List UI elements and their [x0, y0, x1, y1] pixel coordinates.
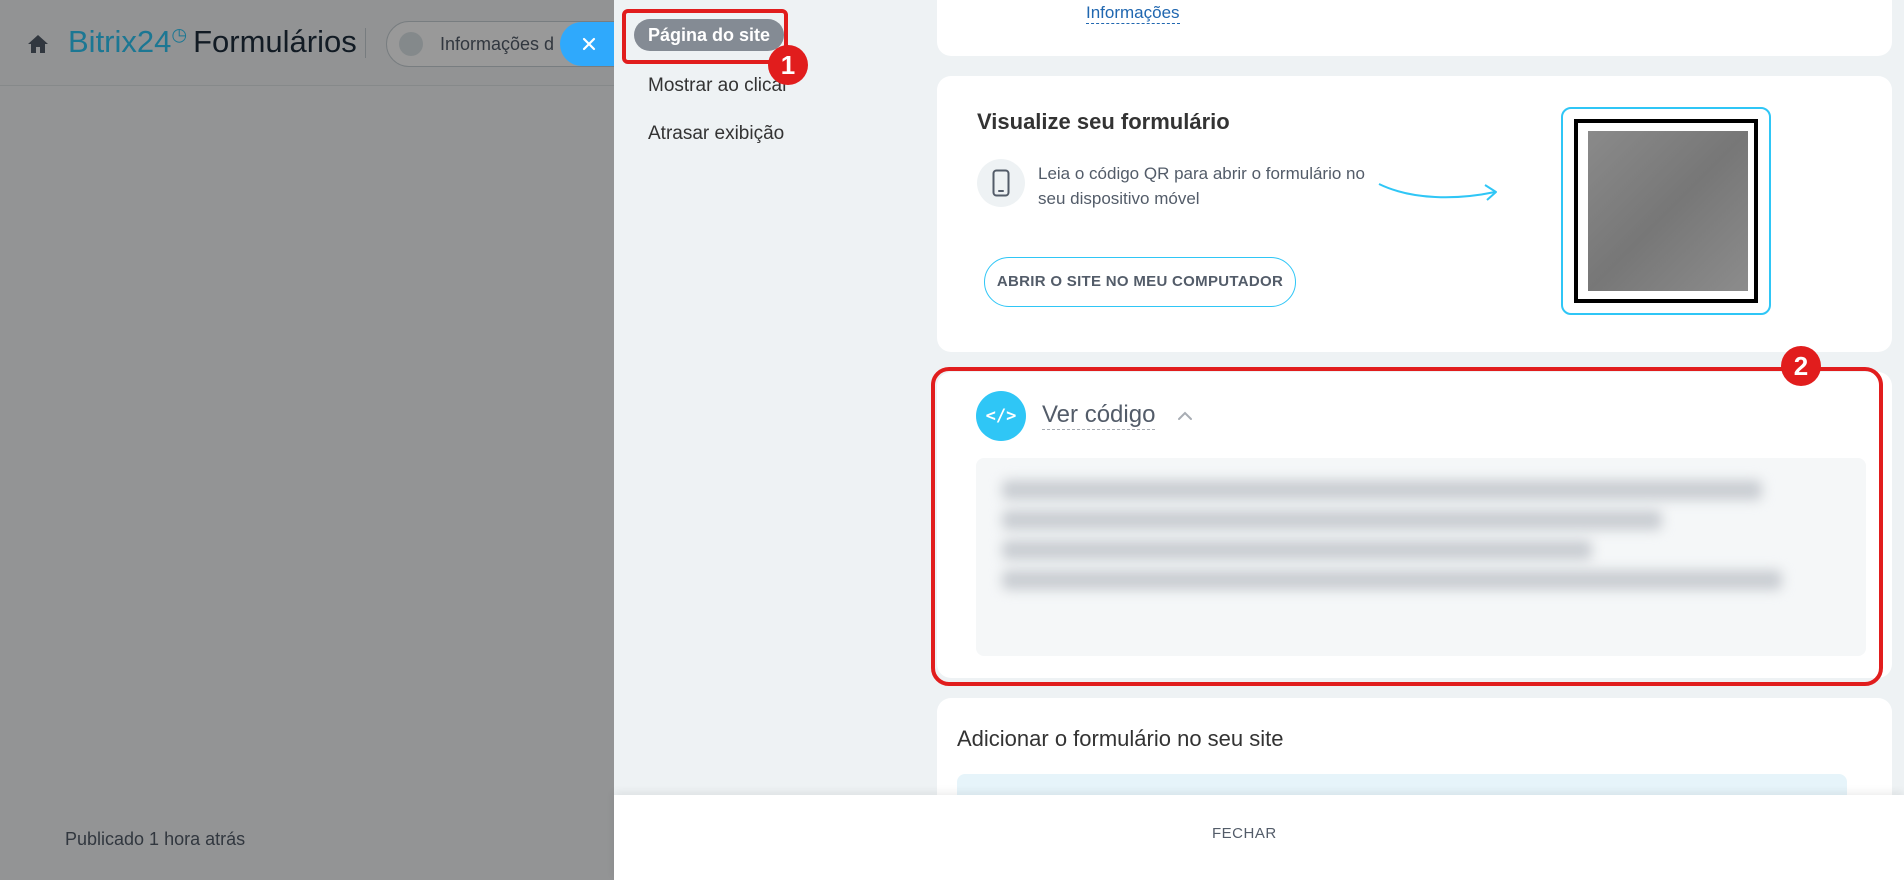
arrow-right-icon	[1378, 183, 1497, 201]
qr-code	[1561, 107, 1771, 315]
close-button[interactable]: FECHAR	[1212, 825, 1277, 842]
close-icon	[582, 37, 596, 51]
overlay-dim[interactable]	[0, 0, 614, 880]
annotation-box-1	[622, 9, 788, 64]
info-card: Informações	[937, 0, 1892, 56]
annotation-box-2	[931, 367, 1883, 686]
phone-icon	[992, 169, 1010, 197]
preview-card: Visualize seu formulário Leia o código Q…	[937, 76, 1892, 352]
slider-nav: Página do site Mostrar ao clicar Atrasar…	[614, 0, 924, 795]
nav-item-atrasar-exibicao[interactable]: Atrasar exibição	[648, 123, 784, 145]
nav-item-mostrar-ao-clicar[interactable]: Mostrar ao clicar	[648, 75, 788, 97]
qr-code-blur	[1588, 131, 1748, 291]
phone-icon-circle	[977, 159, 1025, 207]
open-site-button[interactable]: ABRIR O SITE NO MEU COMPUTADOR	[984, 257, 1296, 307]
qr-code-image	[1574, 119, 1758, 303]
annotation-marker-2: 2	[1781, 346, 1821, 386]
qr-instructions: Leia o código QR para abrir o formulário…	[1038, 164, 1365, 208]
info-link[interactable]: Informações	[1086, 3, 1180, 24]
annotation-marker-1: 1	[768, 45, 808, 85]
slider-footer: FECHAR	[614, 795, 1904, 880]
preview-title: Visualize seu formulário	[977, 109, 1230, 134]
add-form-title: Adicionar o formulário no seu site	[957, 726, 1284, 751]
